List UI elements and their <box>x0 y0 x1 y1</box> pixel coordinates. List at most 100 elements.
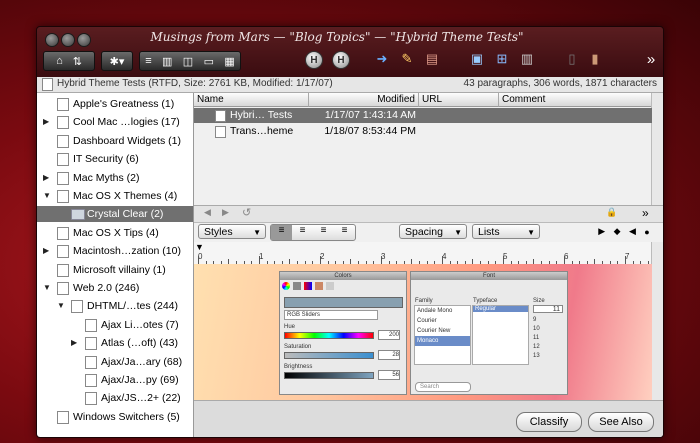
view-wide-icon[interactable]: ▭ <box>204 55 214 68</box>
row-name: Hybri… Tests <box>230 109 293 121</box>
view-list-icon[interactable]: ≡ <box>145 55 151 67</box>
spacing-popup[interactable]: Spacing ▼ <box>399 224 467 239</box>
expand-icon[interactable]: » <box>642 206 649 220</box>
sidebar-item[interactable]: IT Security (6) <box>37 151 193 167</box>
editor-scrollbar[interactable] <box>651 242 663 400</box>
ruler-tick <box>198 256 199 264</box>
column-header-modified[interactable]: Modified <box>309 93 419 107</box>
history-back-icon[interactable]: H <box>305 51 323 69</box>
tab-right-icon[interactable]: ◀ <box>629 226 636 237</box>
disclosure-open-icon[interactable]: ▼ <box>57 298 67 314</box>
edit-note-icon[interactable]: ✎ <box>397 49 417 69</box>
toolbar-overflow-icon[interactable]: » <box>641 49 661 69</box>
forward-arrow-icon[interactable]: ▶ <box>222 207 229 218</box>
view-grid-icon[interactable]: ▦ <box>224 55 234 68</box>
sidebar-item[interactable]: Apple's Greatness (1) <box>37 96 193 112</box>
size-item: 10 <box>533 326 540 332</box>
disclosure-open-icon[interactable]: ▼ <box>43 280 53 296</box>
disclosure-closed-icon[interactable]: ▶ <box>71 335 81 351</box>
document-icon[interactable]: ▤ <box>422 49 442 69</box>
slider-track <box>284 332 374 339</box>
close-button[interactable] <box>45 33 59 47</box>
sidebar-item[interactable]: ▶ Atlas (…oft) (43) <box>37 335 193 351</box>
home-icon[interactable]: ⌂ <box>56 55 63 67</box>
sidebar-item[interactable]: ▼ DHTML/…tes (244) <box>37 298 193 314</box>
add-document-icon[interactable]: ⊞ <box>492 49 512 69</box>
family-list: Andale Mono Courier Courier New Monaco <box>414 305 471 365</box>
sidebar-item[interactable]: ▶ Mac Myths (2) <box>37 170 193 186</box>
embedded-screenshot-image: Colors RGB Sliders Hue 200 Saturation 28 Bri… <box>194 264 652 400</box>
document-icon <box>57 263 69 277</box>
column-header-url[interactable]: URL <box>419 93 499 107</box>
align-left-icon[interactable]: ≡ <box>271 225 292 240</box>
trash-icon[interactable]: ▮ <box>585 49 605 69</box>
refresh-icon[interactable]: ↺ <box>242 206 251 219</box>
search-field: Search <box>415 382 471 392</box>
sidebar-item[interactable]: Ajax Li…otes (7) <box>37 317 193 333</box>
classify-button[interactable]: Classify <box>516 412 582 432</box>
align-center-icon[interactable]: ≡ <box>292 225 313 240</box>
disclosure-closed-icon[interactable]: ▶ <box>43 170 53 186</box>
import-icon[interactable]: ➜ <box>372 49 392 69</box>
gear-menu-button[interactable]: ✱▾ <box>101 51 133 71</box>
sort-icon[interactable]: ⇅ <box>73 55 82 68</box>
history-forward-icon[interactable]: H <box>332 51 350 69</box>
styles-popup[interactable]: Styles ▼ <box>198 224 266 239</box>
column-header-name[interactable]: Name <box>194 93 309 107</box>
sidebar-item[interactable]: ▼ Mac OS X Themes (4) <box>37 188 193 204</box>
new-folder-icon[interactable]: ▣ <box>467 49 487 69</box>
sidebar-item[interactable]: ▶ Cool Mac …logies (17) <box>37 114 193 130</box>
disclosure-closed-icon[interactable]: ▶ <box>43 114 53 130</box>
sidebar-item[interactable]: Ajax/JS…2+ (22) <box>37 390 193 406</box>
sidebar-item[interactable]: ▶ Macintosh…zation (10) <box>37 243 193 259</box>
tab-center-icon[interactable]: ◆ <box>614 226 621 237</box>
row-modified: 1/18/07 8:53:44 PM <box>324 125 416 137</box>
list-scrollbar[interactable] <box>651 93 663 205</box>
sidebar-item-label: Ajax/Ja…py (69) <box>101 374 179 386</box>
table-row[interactable]: Trans…heme 1/18/07 8:53:44 PM <box>194 124 652 139</box>
sidebar-item-label: Microsoft villainy (1) <box>73 263 166 276</box>
document-icon <box>42 78 53 91</box>
sidebar-item[interactable]: Dashboard Widgets (1) <box>37 133 193 149</box>
sidebar-item[interactable]: Ajax/Ja…ary (68) <box>37 354 193 370</box>
lists-popup[interactable]: Lists ▼ <box>472 224 540 239</box>
view-columns-icon[interactable]: ▥ <box>162 55 172 68</box>
align-justify-icon[interactable]: ≡ <box>313 225 334 240</box>
see-also-button[interactable]: See Also <box>588 412 654 432</box>
tab-decimal-icon[interactable]: ● <box>644 227 649 237</box>
document-icon <box>215 110 226 122</box>
lock-icon[interactable]: 🔒 <box>606 207 617 218</box>
notes-icon[interactable]: ▥ <box>517 49 537 69</box>
minimize-button[interactable] <box>61 33 75 47</box>
sidebar-item[interactable]: Crystal Clear (2) <box>37 206 193 223</box>
indent-marker-icon[interactable]: ▼ <box>195 242 204 252</box>
back-arrow-icon[interactable]: ◀ <box>204 207 211 218</box>
document-icon <box>85 374 97 387</box>
size-header: Size <box>533 298 545 304</box>
disclosure-open-icon[interactable]: ▼ <box>43 188 53 204</box>
align-right-icon[interactable]: ≡ <box>334 225 355 240</box>
document-icon <box>85 355 97 369</box>
family-item: Courier New <box>417 328 451 334</box>
sidebar-item[interactable]: Mac OS X Tips (4) <box>37 225 193 241</box>
tab-left-icon[interactable]: ▶ <box>598 226 605 237</box>
sidebar-item-label: Ajax Li…otes (7) <box>101 318 179 331</box>
ruler[interactable]: 0 1 2 3 4 5 6 7 ▼ <box>194 242 657 265</box>
zoom-button[interactable] <box>77 33 91 47</box>
ruler-tick <box>663 261 664 264</box>
family-header: Family <box>415 298 433 304</box>
disclosure-closed-icon[interactable]: ▶ <box>43 243 53 259</box>
ruler-tick <box>564 256 565 264</box>
sidebar-item-label: Macintosh…zation (10) <box>73 245 181 258</box>
sidebar-item[interactable]: Windows Switchers (5) <box>37 409 193 425</box>
sidebar-item-label: IT Security (6) <box>73 153 139 166</box>
delete-icon[interactable]: ▯ <box>562 49 582 69</box>
sidebar-item[interactable]: Ajax/Ja…py (69) <box>37 372 193 388</box>
document-icon <box>57 282 69 295</box>
sidebar-item[interactable]: ▼ Web 2.0 (246) <box>37 280 193 296</box>
view-split-icon[interactable]: ◫ <box>183 55 193 68</box>
sidebar-item[interactable]: Microsoft villainy (1) <box>37 262 193 278</box>
table-row[interactable]: Hybri… Tests 1/17/07 1:43:14 AM <box>194 108 652 123</box>
column-header-comment[interactable]: Comment <box>499 93 652 107</box>
document-icon <box>57 190 69 203</box>
